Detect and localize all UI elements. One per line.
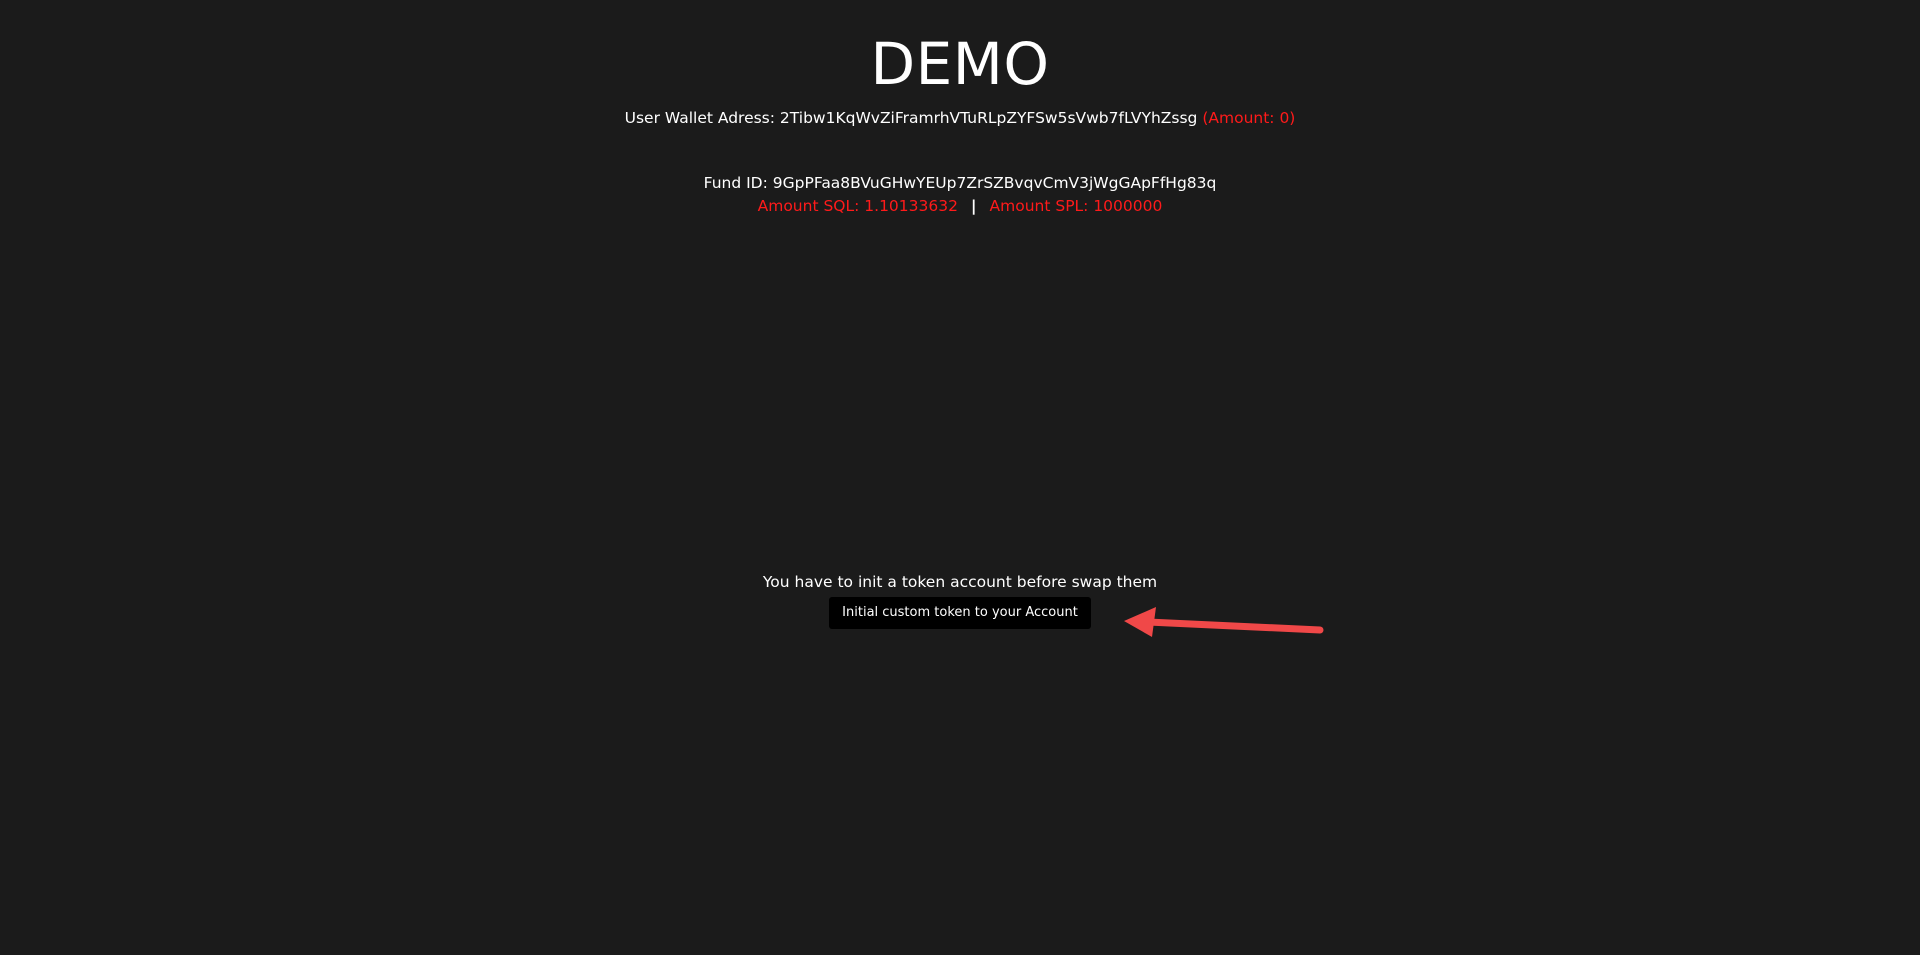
fund-amounts: Amount SQL: 1.10133632 | Amount SPL: 100… <box>0 196 1920 216</box>
amount-separator: | <box>970 197 977 215</box>
page-title: DEMO <box>870 30 1050 98</box>
amount-spl: Amount SPL: 1000000 <box>989 197 1163 215</box>
wallet-amount: (Amount: 0) <box>1202 109 1296 127</box>
amount-sql: Amount SQL: 1.10133632 <box>757 197 958 215</box>
arrow-annotation-icon <box>1124 607 1324 637</box>
wallet-address: User Wallet Adress: 2Tibw1KqWvZiFramrhVT… <box>624 109 1198 127</box>
init-token-account-button[interactable]: Initial custom token to your Account <box>829 597 1091 629</box>
wallet-info: User Wallet Adress: 2Tibw1KqWvZiFramrhVT… <box>0 108 1920 128</box>
fund-id: Fund ID: 9GpPFaa8BVuGHwYEUp7ZrSZBvqvCmV3… <box>703 174 1217 192</box>
page: DEMO User Wallet Adress: 2Tibw1KqWvZiFra… <box>0 0 1920 955</box>
init-token-message: You have to init a token account before … <box>762 573 1158 591</box>
